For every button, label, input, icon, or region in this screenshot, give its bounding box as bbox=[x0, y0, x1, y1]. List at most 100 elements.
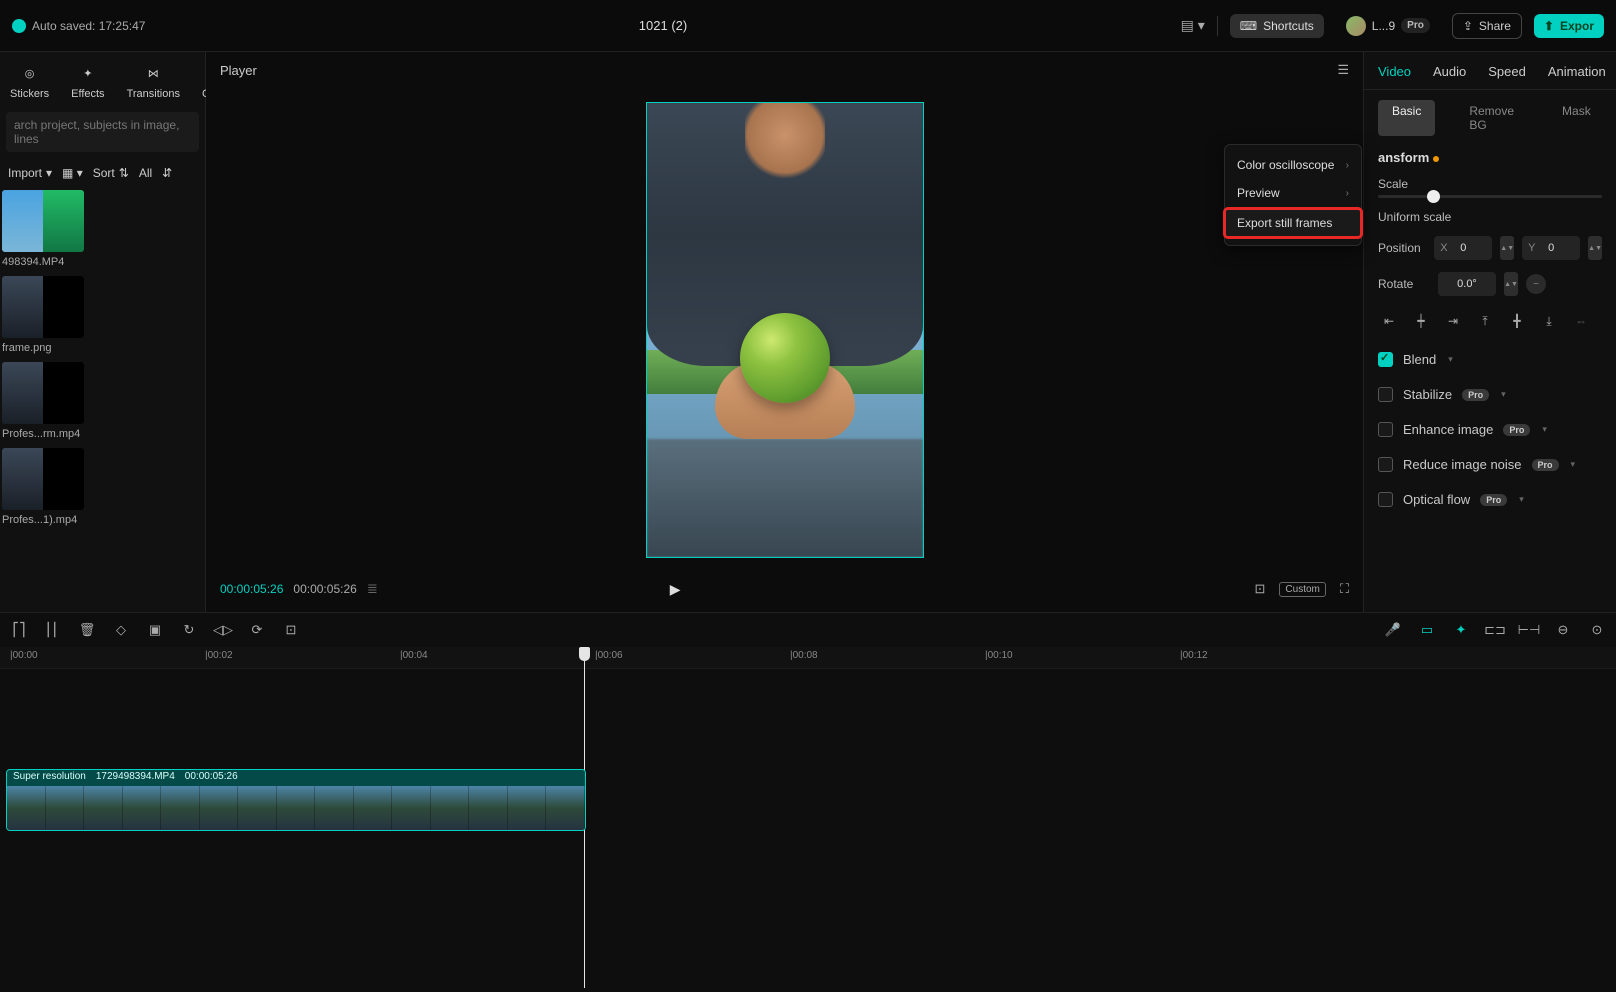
rotate-reset-icon[interactable]: − bbox=[1526, 274, 1546, 294]
media-name: 498394.MP4 bbox=[2, 256, 203, 268]
player-label: Player bbox=[220, 63, 257, 78]
ctx-preview[interactable]: Preview › bbox=[1225, 179, 1361, 207]
play-button[interactable]: ▶ bbox=[670, 581, 681, 598]
media-panel: ◎ Stickers ✦ Effects ⋈ Transitions C » a… bbox=[0, 52, 206, 612]
rotate-tool-icon[interactable]: ⟳ bbox=[248, 621, 266, 639]
track-area[interactable]: Super resolution 1729498394.MP4 00:00:05… bbox=[0, 669, 1616, 969]
align-vcenter-icon[interactable]: ╋ bbox=[1506, 310, 1528, 332]
tab-audio[interactable]: Audio bbox=[1433, 64, 1466, 79]
timeline-tools: ⎡⎤ ⎢⎢ 🗑 ◇ ▣ ↻ ◁▷ ⟳ ⊡ 🎤 ▭ ✦ ⊏⊐ ⊢⊣ ⊖ ⊙ bbox=[0, 613, 1616, 647]
autosave-icon bbox=[12, 19, 26, 33]
pro-badge: Pro bbox=[1480, 494, 1507, 506]
topbar-right: ▤ ▾ ⌨ Shortcuts L...9 Pro ⇪ Share ⬆ Expo… bbox=[1181, 11, 1604, 41]
tab-transitions[interactable]: ⋈ Transitions bbox=[127, 62, 180, 100]
align-hcenter-icon[interactable]: ┿ bbox=[1410, 310, 1432, 332]
checkbox-icon[interactable] bbox=[1378, 387, 1393, 402]
tab-effects[interactable]: ✦ Effects bbox=[71, 62, 104, 100]
optical-toggle[interactable]: Optical flow Pro ▾ bbox=[1378, 492, 1602, 507]
chevron-down-icon: ▾ bbox=[1501, 389, 1506, 400]
video-frame bbox=[646, 102, 924, 558]
checkbox-icon[interactable] bbox=[1378, 352, 1393, 367]
fullscreen-icon[interactable]: ⛶ bbox=[1340, 581, 1349, 597]
pos-x-stepper[interactable]: ▲▼ bbox=[1500, 236, 1514, 260]
link-icon[interactable]: ✦ bbox=[1452, 621, 1470, 639]
timecode-total: 00:00:05:26 bbox=[293, 582, 356, 596]
tab-speed[interactable]: Speed bbox=[1488, 64, 1526, 79]
pro-badge: Pro bbox=[1503, 424, 1530, 436]
preview-mode[interactable]: Custom bbox=[1279, 582, 1325, 597]
import-label: Import bbox=[8, 166, 42, 180]
project-title: 1021 (2) bbox=[145, 18, 1180, 33]
timeline-ruler[interactable]: |00:00 |00:02 |00:04 |00:06 |00:08 |00:1… bbox=[0, 647, 1616, 669]
grid-view-icon[interactable]: ▦ ▾ bbox=[62, 166, 83, 180]
split-tool-icon[interactable]: ⎢⎢ bbox=[44, 621, 62, 639]
stabilize-toggle[interactable]: Stabilize Pro ▾ bbox=[1378, 387, 1602, 402]
ctx-export-still-frames[interactable]: Export still frames bbox=[1225, 209, 1361, 237]
subtab-removebg[interactable]: Remove BG bbox=[1455, 100, 1528, 136]
delete-tool-icon[interactable]: 🗑 bbox=[78, 621, 96, 639]
zoom-fit-icon[interactable]: ⊙ bbox=[1588, 621, 1606, 639]
filter-all[interactable]: All bbox=[139, 166, 152, 180]
cut-mode-icon[interactable]: ⊢⊣ bbox=[1520, 621, 1538, 639]
player-menu-icon[interactable]: ☰ bbox=[1337, 62, 1349, 78]
scale-slider[interactable] bbox=[1378, 195, 1602, 198]
search-input[interactable]: arch project, subjects in image, lines bbox=[6, 112, 199, 152]
snap-icon[interactable]: ⊏⊐ bbox=[1486, 621, 1504, 639]
tab-video[interactable]: Video bbox=[1378, 64, 1411, 79]
blend-toggle[interactable]: Blend ▾ bbox=[1378, 352, 1602, 367]
mirror-tool-icon[interactable]: ◁▷ bbox=[214, 621, 232, 639]
checkbox-icon[interactable] bbox=[1378, 492, 1393, 507]
rotate-stepper[interactable]: ▲▼ bbox=[1504, 272, 1518, 296]
zoom-out-icon[interactable]: ⊖ bbox=[1554, 621, 1572, 639]
noise-toggle[interactable]: Reduce image noise Pro ▾ bbox=[1378, 457, 1602, 472]
scan-icon[interactable]: ⊡ bbox=[1255, 581, 1266, 597]
ratio-tool-icon[interactable]: ⊡ bbox=[282, 621, 300, 639]
shortcuts-label: Shortcuts bbox=[1263, 19, 1314, 33]
enhance-toggle[interactable]: Enhance image Pro ▾ bbox=[1378, 422, 1602, 437]
magnet-icon[interactable]: ▭ bbox=[1418, 621, 1436, 639]
filter-icon[interactable]: ⇵ bbox=[162, 166, 172, 180]
crop-tool-icon[interactable]: ▣ bbox=[146, 621, 164, 639]
align-top-icon[interactable]: ⤒ bbox=[1474, 310, 1496, 332]
tab-animation[interactable]: Animation bbox=[1548, 64, 1606, 79]
timeline-panel: ⎡⎤ ⎢⎢ 🗑 ◇ ▣ ↻ ◁▷ ⟳ ⊡ 🎤 ▭ ✦ ⊏⊐ ⊢⊣ ⊖ ⊙ |00… bbox=[0, 612, 1616, 992]
pos-y-stepper[interactable]: ▲▼ bbox=[1588, 236, 1602, 260]
checkbox-icon[interactable] bbox=[1378, 457, 1393, 472]
align-right-icon[interactable]: ⇥ bbox=[1442, 310, 1464, 332]
ctx-label: Export still frames bbox=[1237, 216, 1332, 230]
clip-duration: 00:00:05:26 bbox=[185, 771, 238, 785]
user-label: L...9 bbox=[1372, 19, 1395, 33]
select-tool-icon[interactable]: ⎡⎤ bbox=[10, 621, 28, 639]
share-button[interactable]: ⇪ Share bbox=[1452, 13, 1522, 39]
subtab-mask[interactable]: Mask bbox=[1548, 100, 1605, 136]
media-item[interactable]: frame.png bbox=[2, 276, 203, 354]
media-item[interactable]: 00:18 498394.MP4 bbox=[2, 190, 203, 268]
shortcuts-button[interactable]: ⌨ Shortcuts bbox=[1230, 14, 1324, 38]
align-bottom-icon[interactable]: ⤓ bbox=[1538, 310, 1560, 332]
layout-icon[interactable]: ▤ ▾ bbox=[1181, 17, 1205, 34]
mic-icon[interactable]: 🎤 bbox=[1384, 621, 1402, 639]
reverse-tool-icon[interactable]: ↻ bbox=[180, 621, 198, 639]
blend-label: Blend bbox=[1403, 352, 1436, 367]
rotate-input[interactable]: 0.0° bbox=[1438, 272, 1496, 296]
subtab-basic[interactable]: Basic bbox=[1378, 100, 1435, 136]
marker-tool-icon[interactable]: ◇ bbox=[112, 621, 130, 639]
compare-icon[interactable]: ≣ bbox=[367, 581, 378, 597]
timecode-current: 00:00:05:26 bbox=[220, 582, 283, 596]
align-stretch-icon[interactable]: ⇔ bbox=[1570, 310, 1592, 332]
export-button[interactable]: ⬆ Expor bbox=[1534, 14, 1604, 38]
media-item[interactable]: 00:11 Profes...rm.mp4 bbox=[2, 362, 203, 440]
align-left-icon[interactable]: ⇤ bbox=[1378, 310, 1400, 332]
media-item[interactable]: 00:11 Profes...1).mp4 bbox=[2, 448, 203, 526]
sort-button[interactable]: Sort ⇅ bbox=[93, 166, 129, 180]
export-icon: ⬆ bbox=[1544, 19, 1554, 33]
user-chip[interactable]: L...9 Pro bbox=[1336, 11, 1440, 41]
transform-section: ansform Scale Uniform scale Position X0 … bbox=[1364, 136, 1616, 507]
video-clip[interactable]: Super resolution 1729498394.MP4 00:00:05… bbox=[6, 769, 586, 831]
pos-x-prefix: X bbox=[1440, 242, 1447, 254]
import-button[interactable]: Import ▾ bbox=[8, 166, 52, 180]
checkbox-icon[interactable] bbox=[1378, 422, 1393, 437]
preview-canvas[interactable] bbox=[206, 88, 1363, 566]
tab-stickers[interactable]: ◎ Stickers bbox=[10, 62, 49, 100]
ctx-color-oscilloscope[interactable]: Color oscilloscope › bbox=[1225, 151, 1361, 179]
